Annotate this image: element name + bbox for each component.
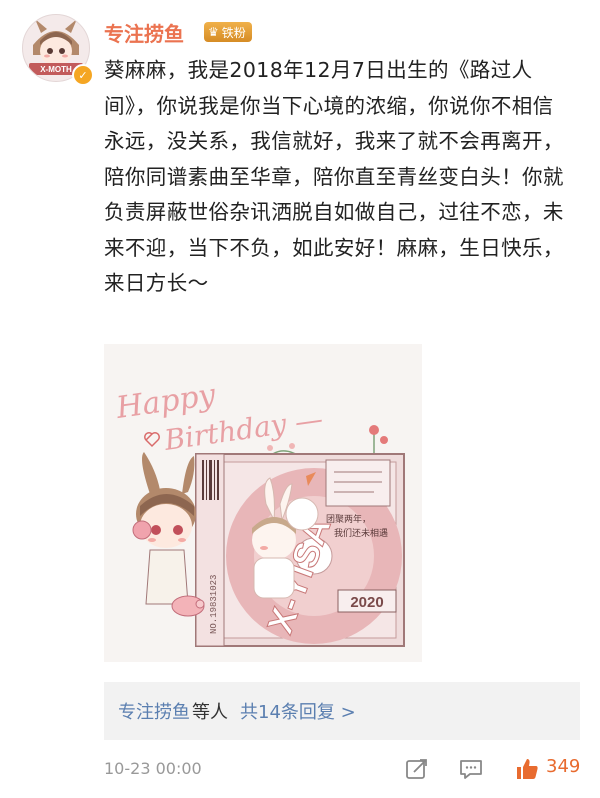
share-icon[interactable] — [404, 756, 430, 782]
note-line-1: 团聚两年， — [326, 513, 371, 525]
reply-others-label: 等人 — [192, 702, 228, 723]
timestamp: 10-23 00:00 — [104, 758, 202, 778]
username[interactable]: 专注捞鱼 — [104, 18, 184, 47]
reply-username[interactable]: 专注捞鱼 — [118, 698, 190, 724]
post-image[interactable]: Happy Birthday — NO.19831023 团聚两年， 我们还未相… — [104, 344, 422, 662]
avatar-label: X-MOTH — [40, 65, 72, 74]
note-line-2: 我们还未相遇 — [334, 527, 388, 539]
replies-bar[interactable]: 专注捞鱼 等人 共14条回复 > — [104, 682, 580, 740]
serial-text: NO.19831023 — [209, 575, 219, 634]
fan-badge-label: 铁粉 — [221, 25, 246, 40]
year-label: 2020 — [350, 594, 383, 611]
comment-icon[interactable] — [458, 756, 484, 782]
crown-icon: ♛ — [208, 25, 219, 39]
like-count: 349 — [546, 756, 581, 777]
post-text: 葵麻麻，我是2018年12月7日出生的《路过人间》，你说我是你当下心境的浓缩，你… — [104, 58, 564, 295]
birthday-illustration: Happy Birthday — NO.19831023 团聚两年， 我们还未相… — [104, 344, 422, 662]
like-icon[interactable] — [514, 756, 540, 782]
verified-icon: ✓ — [72, 64, 94, 86]
fan-badge[interactable]: ♛ 铁粉 — [204, 22, 252, 42]
post-footer: 10-23 00:00 349 — [104, 750, 590, 786]
reply-count-link[interactable]: 共14条回复 > — [240, 698, 356, 724]
